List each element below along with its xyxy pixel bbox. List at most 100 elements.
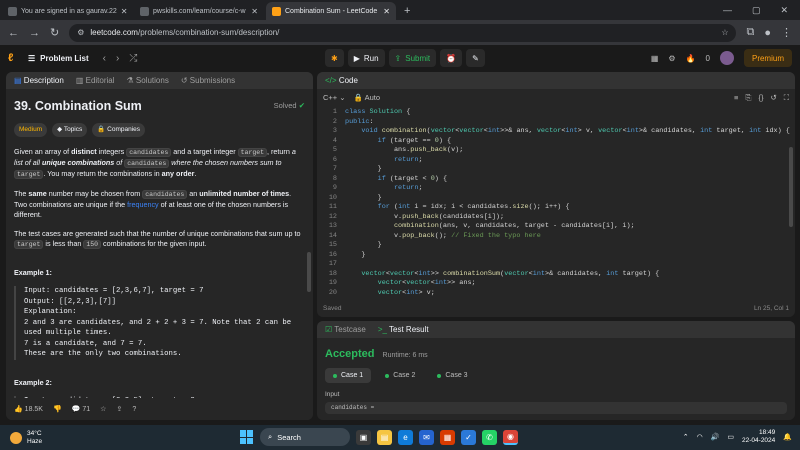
submit-button[interactable]: ⇪ Submit (388, 49, 437, 67)
scrollbar[interactable] (307, 252, 311, 292)
browser-tab-active[interactable]: Combination Sum - LeetCode ✕ (266, 2, 396, 20)
code-line[interactable]: v.push_back(candidates[i]); (345, 213, 504, 223)
code-line[interactable]: for (int i = idx; i < candidates.size();… (345, 203, 570, 213)
leetcode-logo-icon[interactable]: ℓ (8, 52, 20, 64)
code-line[interactable]: } (345, 165, 382, 175)
code-line[interactable]: class Solution { (345, 108, 410, 118)
code-line[interactable]: } (345, 194, 382, 204)
office-icon[interactable]: ▦ (440, 429, 455, 445)
code-line[interactable]: } (345, 241, 382, 251)
close-icon[interactable]: ✕ (121, 7, 128, 16)
tab-description[interactable]: ▤ Description (14, 76, 64, 85)
case-tab[interactable]: Case 3 (429, 368, 475, 383)
profile-icon[interactable]: ● (764, 27, 771, 39)
format-icon[interactable]: ≡ (734, 93, 738, 103)
clock[interactable]: 18:49 22-04-2024 (742, 429, 775, 445)
run-button[interactable]: ▶ Run (347, 49, 385, 67)
site-info-icon[interactable]: ⚙ (77, 28, 84, 37)
tray-chevron-icon[interactable]: ⌃ (683, 433, 689, 441)
reload-icon[interactable]: ↻ (50, 26, 59, 39)
notifications-icon[interactable]: 🔥 (686, 54, 696, 63)
next-problem-icon[interactable]: › (116, 53, 119, 64)
edge-icon[interactable]: e (398, 429, 413, 445)
fullscreen-icon[interactable]: ⛶ (784, 93, 789, 103)
page-title[interactable]: 39. Combination Sum (14, 100, 142, 113)
code-line[interactable]: return; (345, 156, 423, 166)
help-icon[interactable]: ? (132, 406, 136, 413)
tab-testcase[interactable]: ☑ Testcase (325, 325, 366, 334)
star-icon[interactable]: ☆ (100, 405, 106, 413)
extensions-icon[interactable]: ⧉ (746, 26, 754, 39)
code-line[interactable]: ans.push_back(v); (345, 146, 463, 156)
wifi-icon[interactable]: ◠ (697, 433, 703, 441)
battery-icon[interactable]: ▭ (727, 433, 734, 441)
companies-tag[interactable]: 🔒 Companies (92, 123, 146, 137)
braces-icon[interactable]: {} (758, 93, 763, 103)
speaker-icon[interactable]: 🔊 (711, 433, 720, 441)
address-bar[interactable]: ⚙ leetcode.com/problems/combination-sum/… (69, 23, 737, 42)
code-line[interactable]: return; (345, 184, 423, 194)
code-line[interactable]: combination(ans, v, candidates, target -… (345, 222, 635, 232)
debug-button[interactable]: ✱ (325, 49, 344, 67)
mail-icon[interactable]: ✉ (419, 429, 434, 445)
file-explorer-icon[interactable]: ▤ (377, 429, 392, 445)
taskbar-search[interactable]: ⌕ Search (260, 428, 350, 446)
case-tab[interactable]: Case 2 (377, 368, 423, 383)
code-panel-header: </> Code (317, 72, 795, 89)
code-line[interactable]: void combination(vector<vector<int>>& an… (345, 127, 790, 137)
code-line[interactable]: if (target == 0) { (345, 137, 451, 147)
windows-start-icon[interactable] (240, 430, 254, 444)
timer-button[interactable]: ⏰ (440, 49, 463, 67)
code-line[interactable]: } (345, 251, 365, 261)
code-editor[interactable]: 1 class Solution {2 public: 3 void combinat… (317, 106, 795, 299)
problem-list-link[interactable]: ☰ Problem List (28, 54, 89, 63)
avatar[interactable] (719, 51, 734, 65)
back-icon[interactable]: ← (8, 27, 19, 39)
close-icon[interactable]: ✕ (383, 7, 390, 16)
topics-tag[interactable]: ◆ Topics (52, 123, 88, 137)
comments-button[interactable]: 💬 71 (72, 405, 90, 413)
bookmark-icon[interactable]: ⎘ (745, 93, 751, 103)
settings-icon[interactable]: ⚙ (668, 54, 675, 63)
frequency-link[interactable]: frequency (127, 200, 159, 209)
tab-test-result[interactable]: >_ Test Result (378, 325, 429, 334)
reset-icon[interactable]: ↺ (770, 93, 776, 103)
code-line[interactable]: public: (345, 118, 374, 128)
task-view-icon[interactable]: ▣ (356, 429, 371, 445)
scrollbar[interactable] (789, 147, 793, 227)
case-tab[interactable]: Case 1 (325, 368, 372, 383)
notes-button[interactable]: ✎ (466, 49, 485, 67)
todo-icon[interactable]: ✓ (461, 429, 476, 445)
shuffle-icon[interactable]: ⤮ (129, 53, 137, 64)
code-line[interactable]: vector<int> v; (345, 289, 435, 299)
tab-submissions[interactable]: ↺ Submissions (181, 76, 235, 85)
browser-tab[interactable]: You are signed in as gaurav.22 ✕ (2, 2, 132, 20)
forward-icon[interactable]: → (29, 27, 40, 39)
premium-button[interactable]: Premium (743, 49, 792, 67)
minimize-icon[interactable]: — (723, 5, 732, 15)
like-button[interactable]: 👍 18.5K (14, 405, 43, 413)
bookmark-star-icon[interactable]: ☆ (721, 28, 728, 37)
code-line[interactable]: vector<vector<int>> combinationSum(vecto… (345, 270, 659, 280)
chrome-icon[interactable]: ◉ (503, 429, 518, 445)
close-window-icon[interactable]: ✕ (780, 5, 788, 16)
tab-solutions[interactable]: ⚗ Solutions (127, 76, 169, 85)
maximize-icon[interactable]: ▢ (752, 5, 761, 16)
auto-mode-toggle[interactable]: 🔒 Auto (354, 93, 380, 102)
menu-icon[interactable]: ⋮ (781, 26, 792, 39)
layout-icon[interactable]: ▦ (651, 54, 659, 63)
whatsapp-icon[interactable]: ✆ (482, 429, 497, 445)
dislike-icon[interactable]: 👎 (53, 405, 62, 413)
browser-tab[interactable]: pwskills.com/learn/course/c-w ✕ (134, 2, 264, 20)
code-line[interactable]: vector<vector<int>> ans; (345, 279, 476, 289)
new-tab-icon[interactable]: + (396, 2, 418, 20)
close-icon[interactable]: ✕ (251, 7, 258, 16)
tab-editorial[interactable]: ▥ Editorial (76, 76, 115, 85)
code-line[interactable]: if (target < 0) { (345, 175, 447, 185)
weather-widget[interactable]: 34°C Haze (0, 430, 42, 446)
code-line[interactable]: v.pop_back(); // Fixed the typo here (345, 232, 541, 242)
share-icon[interactable]: ⇪ (116, 405, 122, 413)
language-select[interactable]: C++ ⌄ (323, 93, 346, 102)
notification-bell-icon[interactable]: 🔔 (783, 433, 792, 441)
prev-problem-icon[interactable]: ‹ (103, 53, 106, 64)
